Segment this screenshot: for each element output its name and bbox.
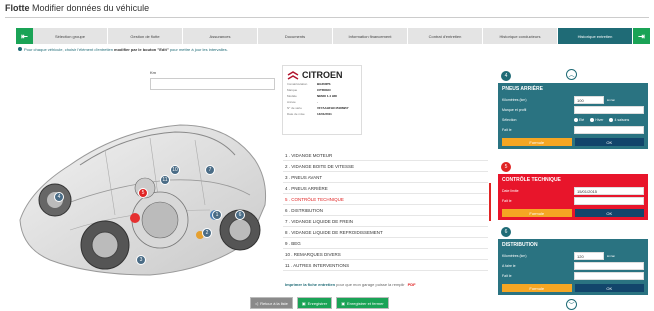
panel-6-number: 6 (501, 227, 511, 237)
ok-button[interactable]: OK (574, 209, 644, 217)
radio-4-saisons[interactable]: 4 saisons (609, 118, 629, 123)
back-button[interactable]: ◁ Retour à la liste (250, 297, 293, 309)
page-title: Flotte Modifier données du véhicule (5, 3, 150, 13)
panel-5-number: 5 (501, 162, 511, 172)
list-item[interactable]: 5 . CONTRÔLE TECHNIQUE (283, 194, 488, 205)
pdf-icon[interactable]: PDF (408, 282, 416, 287)
km-label: Km (150, 70, 156, 75)
list-item[interactable]: 1 . VIDANGE MOTEUR (283, 150, 488, 161)
car-illustration: 4 11 10 7 6 5 1 2 3 (10, 70, 275, 290)
list-item[interactable]: 4 . PNEUS ARRIÈRE (283, 183, 488, 194)
radio-ete[interactable]: Eté (574, 118, 584, 123)
save-button[interactable]: ▣ Enregistrer (296, 297, 333, 309)
done-date-field[interactable] (574, 126, 644, 134)
done-date-field[interactable] (574, 272, 644, 280)
prev-arrow-button[interactable]: ⇤ (16, 28, 33, 44)
list-item[interactable]: 2 . VIDANGE BOITE DE VITESSE (283, 161, 488, 172)
vehicle-field: Modèle NEMO 1.4 HDI (287, 94, 338, 98)
tab-documents[interactable]: Documents (258, 28, 333, 44)
panel-4-number: 4 (501, 71, 511, 81)
tab-assurances[interactable]: Assurances (183, 28, 258, 44)
save-icon: ▣ (301, 300, 306, 306)
tab-selection-groupe[interactable]: Sélection groupe (33, 28, 108, 44)
list-item[interactable]: 9 . BEG (283, 238, 488, 249)
marker-2[interactable]: 2 (202, 228, 212, 238)
tab-historique-entretien[interactable]: Historique entretien (558, 28, 633, 44)
list-item[interactable]: 6 . DISTRIBUTION (283, 205, 488, 216)
maintenance-list: 1 . VIDANGE MOTEUR 2 . VIDANGE BOITE DE … (283, 150, 488, 271)
divider (5, 17, 649, 18)
marker-7[interactable]: 7 (205, 165, 215, 175)
edit-button[interactable]: Formule (502, 138, 572, 146)
radio-hiver[interactable]: Hiver (590, 118, 603, 123)
km-input[interactable] (150, 78, 275, 90)
panel-distribution: DISTRIBUTION Kilomètres (km) 120 km/an A f… (498, 239, 648, 295)
print-link[interactable]: Imprimer la fiche entretien (285, 282, 335, 287)
edit-button[interactable]: Formule (502, 284, 572, 292)
season-radios: Eté Hiver 4 saisons (574, 118, 629, 123)
action-bar: ◁ Retour à la liste ▣ Enregistrer ▣ Enregis… (250, 297, 389, 309)
list-item[interactable]: 8 . VIDANGE LIQUIDE DE REFROIDISSEMENT (283, 227, 488, 238)
marker-5[interactable]: 5 (138, 188, 148, 198)
marker-4[interactable]: 4 (54, 192, 64, 202)
tab-gestion-flotte[interactable]: Gestion de flotte (108, 28, 183, 44)
next-arrow-button[interactable]: ⇥ (633, 28, 650, 44)
done-date-field[interactable] (574, 197, 644, 205)
vehicle-field: N° de série VF7AAHFHC45186957 (287, 106, 349, 110)
vehicle-field: Immatriculation BG260PS (287, 82, 331, 86)
back-icon: ◁ (255, 300, 259, 306)
info-message: Pour chaque véhicule, choisir l'élément … (18, 47, 228, 52)
ok-button[interactable]: OK (574, 138, 644, 146)
vehicle-field: Date de mise 14/01/2011 (287, 112, 332, 116)
list-item[interactable]: 11 . AUTRES INTERVENTIONS (283, 260, 488, 271)
edit-button[interactable]: Formule (502, 209, 572, 217)
list-item[interactable]: 3 . PNEUS AVANT (283, 172, 488, 183)
active-indicator (489, 183, 491, 221)
vehicle-brand: CITROEN (302, 70, 343, 80)
deadline-field[interactable]: 15/01/2015 (574, 187, 644, 195)
vehicle-field: Marque CITROEN (287, 88, 331, 92)
tab-contrat-entretien[interactable]: Contrat d'entretien (408, 28, 483, 44)
km-field[interactable]: 120 (574, 252, 604, 260)
tab-bar: ⇤ Sélection groupe Gestion de flotte Ass… (16, 28, 650, 44)
chevron-up-icon[interactable]: ︿ (566, 69, 577, 80)
todo-date-field[interactable] (574, 262, 644, 270)
panel-controle-technique: CONTRÔLE TECHNIQUE Date limite 15/01/2015… (498, 174, 648, 220)
citroen-logo-icon (287, 70, 299, 80)
save-close-icon: ▣ (341, 300, 345, 306)
marker-10[interactable]: 10 (170, 165, 180, 175)
marker-6[interactable]: 6 (235, 210, 245, 220)
chevron-down-icon[interactable]: ﹀ (566, 299, 577, 310)
list-item[interactable]: 7 . VIDANGE LIQUIDE DE FREIN (283, 216, 488, 227)
info-icon (18, 47, 22, 51)
vehicle-card: CITROEN Immatriculation BG260PS Marque CIT… (282, 65, 362, 135)
vehicle-field: Année - (287, 100, 318, 104)
save-close-button[interactable]: ▣ Enregistrer et fermer (336, 297, 389, 309)
marker-1[interactable]: 1 (212, 210, 222, 220)
list-item[interactable]: 10 . REMARQUES DIVERS (283, 249, 488, 260)
tab-information-financement[interactable]: Information financement (333, 28, 408, 44)
brand-field[interactable] (574, 106, 644, 114)
marker-3[interactable]: 3 (136, 255, 146, 265)
ok-button[interactable]: OK (574, 284, 644, 292)
km-field[interactable]: 100 (574, 96, 604, 104)
tab-historique-conducteurs[interactable]: Historique conducteurs (483, 28, 558, 44)
panel-pneus-arriere: PNEUS ARRIÈRE Kilomètres (km) 100 km/an Ma… (498, 83, 648, 149)
marker-11[interactable]: 11 (160, 175, 170, 185)
print-line: Imprimer la fiche entretien pour que mon… (285, 282, 416, 287)
